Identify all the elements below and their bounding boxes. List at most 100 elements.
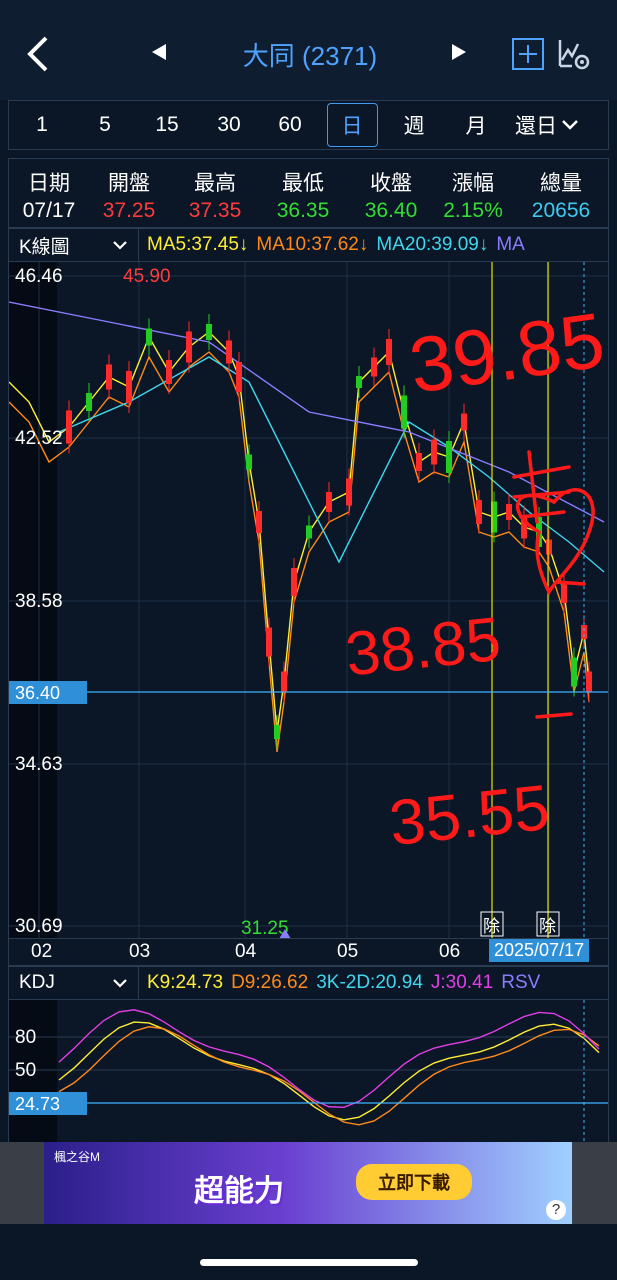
candle-body: [281, 671, 287, 693]
top-header: 大同 (2371): [0, 0, 617, 100]
tab-monthly[interactable]: 月: [445, 110, 507, 140]
value-volume: 20656: [531, 199, 591, 222]
home-indicator: [200, 1259, 418, 1266]
ma20-value: MA20:39.09↓: [376, 234, 489, 255]
candle-body: [236, 362, 242, 392]
high-price-label: 45.90: [123, 266, 171, 287]
candle-body: [106, 364, 112, 390]
handwritten-annotations: 39.85 38.85 35.55: [342, 295, 609, 859]
tab-15min[interactable]: 15: [135, 113, 199, 137]
value-close: 36.40: [364, 199, 418, 222]
y-label-42: 42.52: [15, 428, 63, 449]
annotation-38-85: 38.85: [342, 605, 504, 690]
y-label-34: 34.63: [15, 754, 63, 775]
bottom-safe-area: [0, 1224, 617, 1280]
tab-1min[interactable]: 1: [9, 113, 75, 137]
candle-body: [126, 371, 132, 403]
ad-download-button[interactable]: 立即下載: [356, 1164, 472, 1200]
ma10-value: MA10:37.62↓: [256, 234, 369, 255]
current-price-tag: 36.40: [15, 683, 60, 703]
candle-body: [186, 331, 192, 363]
candle-body: [446, 441, 452, 473]
kdj-j-line: [58, 1009, 600, 1108]
value-date: 07/17: [22, 199, 76, 222]
chart-settings-icon[interactable]: [556, 36, 592, 72]
kdj-d-line: [58, 1026, 600, 1126]
candle-body: [146, 328, 152, 346]
kdj-3k2d-value: 3K-2D:20.94: [316, 972, 423, 993]
y-label-30: 30.69: [15, 916, 63, 937]
label-close: 收盤: [370, 172, 412, 195]
candle-body: [206, 324, 212, 340]
chevron-down-icon: [562, 120, 578, 130]
kdj-rsv-value: RSV: [501, 972, 541, 993]
candle-body: [274, 725, 280, 739]
candle-body: [66, 410, 72, 444]
ad-brand: 楓之谷M: [54, 1150, 100, 1164]
kdj-k-value: K9:24.73: [147, 972, 224, 993]
kline-indicator-bar: K線圖 MA5:37.45↓ MA10:37.62↓ MA20:39.09↓ M…: [8, 228, 609, 262]
candle-body: [326, 492, 332, 512]
candle-body: [386, 339, 392, 365]
ma-more: MA: [496, 234, 525, 255]
candle-body: [226, 340, 232, 364]
candle-body: [256, 511, 262, 533]
annotation-39-85: 39.85: [404, 295, 608, 409]
crosshair-mode-icon[interactable]: [512, 38, 544, 70]
value-open: 37.25: [102, 199, 156, 222]
label-low: 最低: [282, 172, 324, 195]
kline-selector-label: K線圖: [19, 236, 70, 258]
quote-panel: 日期 開盤 最高 最低 收盤 漲幅 總量 07/17 37.25 37.35 3…: [8, 158, 609, 228]
kdj-chart[interactable]: 24.73 80 50: [8, 1000, 609, 1142]
previous-stock-icon[interactable]: [152, 44, 166, 60]
help-icon[interactable]: ?: [546, 1200, 566, 1220]
y-label-38: 38.58: [15, 591, 63, 612]
label-volume: 總量: [540, 172, 582, 195]
candle-body: [431, 439, 437, 465]
adjust-dropdown[interactable]: 還日: [507, 110, 587, 140]
candle-body: [546, 539, 552, 555]
stock-title[interactable]: 大同 (2371): [180, 36, 440, 73]
back-arrow-icon[interactable]: [22, 34, 52, 74]
annotation-35-55: 35.55: [386, 771, 553, 859]
candle-body: [461, 413, 467, 431]
candle-body: [306, 525, 312, 539]
value-high: 37.35: [188, 199, 242, 222]
candle-body: [86, 393, 92, 411]
x-axis: 02 03 04 05 06 2025/07/17: [8, 938, 609, 966]
label-high: 最高: [194, 172, 236, 195]
value-low: 36.35: [276, 199, 330, 222]
kline-selector[interactable]: K線圖: [9, 229, 139, 261]
candle-body: [506, 504, 512, 520]
ex-dividend-badge-1[interactable]: 除: [483, 917, 500, 936]
candle-body: [166, 360, 172, 384]
candle-body: [416, 453, 422, 471]
kdj-indicator-bar: KDJ K9:24.73 D9:26.62 3K-2D:20.94 J:30.4…: [8, 966, 609, 1000]
y-label-46: 46.46: [15, 266, 63, 287]
tab-60min[interactable]: 60: [259, 113, 321, 137]
next-stock-icon[interactable]: [452, 44, 466, 60]
candlestick-chart[interactable]: 36.40 46.46 42.52 38.58 34.63 30.69 45.9…: [8, 262, 610, 940]
tab-30min[interactable]: 30: [199, 113, 259, 137]
kdj-y-80: 80: [15, 1027, 36, 1048]
tab-daily[interactable]: 日: [326, 103, 378, 147]
candle-body: [291, 568, 297, 596]
month-03: 03: [129, 941, 151, 962]
candle-body: [571, 657, 577, 687]
chevron-down-icon: [113, 241, 127, 250]
ex-dividend-badge-2[interactable]: 除: [539, 917, 556, 936]
kdj-y-50: 50: [15, 1060, 36, 1081]
candle-body: [401, 395, 407, 429]
month-06: 06: [439, 941, 461, 962]
label-change: 漲幅: [452, 172, 494, 195]
month-05: 05: [337, 941, 359, 962]
tab-5min[interactable]: 5: [75, 113, 135, 137]
ad-banner[interactable]: 楓之谷M 超能力 立即下載 ?: [0, 1142, 617, 1224]
kdj-d-value: D9:26.62: [231, 972, 309, 993]
value-change: 2.15%: [443, 199, 503, 222]
ad-headline: 超能力: [194, 1175, 284, 1208]
label-date: 日期: [28, 172, 70, 195]
indicator-selector-label: KDJ: [19, 972, 55, 993]
tab-weekly[interactable]: 週: [383, 110, 445, 140]
indicator-selector[interactable]: KDJ: [9, 967, 139, 999]
